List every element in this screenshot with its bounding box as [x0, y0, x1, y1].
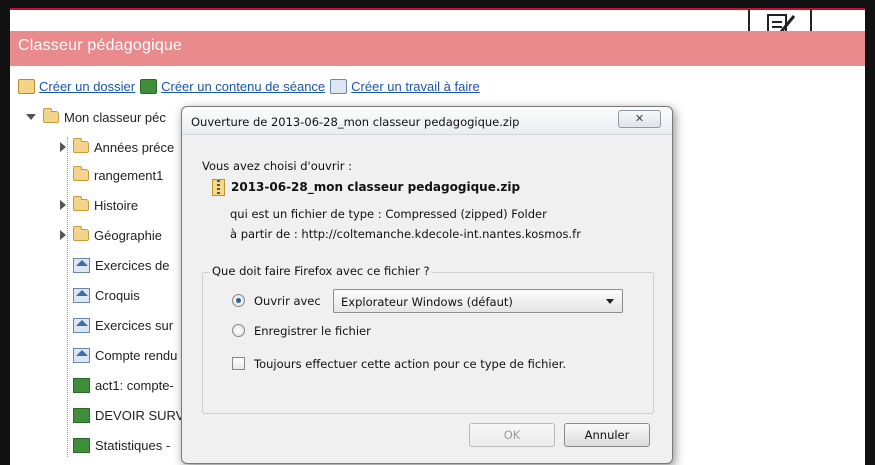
open-with-radio[interactable]	[232, 294, 245, 307]
chevron-down-icon	[606, 299, 614, 304]
tree-item-histoire[interactable]: Histoire	[60, 196, 138, 214]
file-type-line: qui est un fichier de type : Compressed …	[230, 207, 547, 221]
dialog-titlebar[interactable]: Ouverture de 2013-06-28_mon classeur ped…	[182, 107, 672, 135]
tree-item-croquis[interactable]: Croquis	[73, 286, 140, 304]
homework-icon	[330, 78, 348, 94]
tree-item-label: Histoire	[94, 197, 139, 213]
tree-item-rangement[interactable]: rangement1	[73, 166, 163, 184]
tree-item-label: Compte rendu	[95, 347, 178, 363]
tree-root-label: Mon classeur péc	[64, 109, 166, 125]
tree-root[interactable]: Mon classeur péc	[26, 108, 166, 126]
folder-icon	[73, 166, 89, 181]
close-icon: ✕	[634, 112, 645, 125]
tree-item-exercices-sur[interactable]: Exercices sur	[73, 316, 173, 334]
always-do-checkbox[interactable]	[232, 357, 245, 370]
create-homework-link[interactable]: Créer un travail à faire	[351, 79, 480, 94]
tree-item-label: Géographie	[94, 227, 162, 243]
expand-arrow-icon[interactable]	[60, 230, 66, 240]
close-button[interactable]: ✕	[618, 110, 661, 128]
create-folder-link[interactable]: Créer un dossier	[39, 79, 135, 94]
homework-icon	[73, 287, 90, 303]
homework-icon	[73, 317, 90, 333]
tree-item-devoir[interactable]: DEVOIR SURV	[73, 406, 184, 424]
homework-icon	[73, 257, 90, 273]
zip-file-icon	[212, 179, 225, 196]
session-content-icon	[73, 407, 90, 423]
browser-page: Classeur pédagogique Créer un dossier Cr…	[10, 8, 865, 465]
tree-item-act1[interactable]: act1: compte-	[73, 376, 174, 394]
create-session-content-link[interactable]: Créer un contenu de séance	[161, 79, 325, 94]
ok-button[interactable]: OK	[469, 423, 555, 447]
tree-item-exercices-de[interactable]: Exercices de	[73, 256, 169, 274]
tree-item-geographie[interactable]: Géographie	[60, 226, 162, 244]
tree-guide-line	[67, 137, 68, 457]
toolbar: Créer un dossier Créer un contenu de séa…	[18, 75, 485, 97]
tree-item-statistiques[interactable]: Statistiques -	[73, 436, 170, 454]
always-do-label[interactable]: Toujours effectuer cette action pour ce …	[254, 357, 566, 371]
page-title: Classeur pédagogique	[18, 37, 183, 54]
save-file-label[interactable]: Enregistrer le fichier	[254, 324, 371, 338]
folder-icon	[73, 138, 89, 153]
expand-arrow-icon[interactable]	[60, 142, 66, 152]
folder-icon	[43, 108, 59, 123]
tree-item-annees[interactable]: Années préce	[60, 138, 174, 156]
session-content-icon	[73, 377, 90, 393]
tree-item-compte-rendu[interactable]: Compte rendu	[73, 346, 177, 364]
save-file-radio[interactable]	[232, 324, 245, 337]
tree-item-label: Années préce	[94, 139, 175, 155]
open-file-dialog: Ouverture de 2013-06-28_mon classeur ped…	[181, 106, 673, 464]
tree-item-label: Exercices sur	[95, 317, 174, 333]
tree-item-label: Statistiques -	[95, 437, 171, 453]
dialog-filename: 2013-06-28_mon classeur pedagogique.zip	[231, 180, 521, 194]
cancel-button[interactable]: Annuler	[564, 423, 650, 447]
tree-item-label: rangement1	[94, 167, 164, 183]
session-content-icon	[140, 78, 158, 94]
collapse-arrow-icon[interactable]	[26, 114, 36, 120]
tree-item-label: DEVOIR SURV	[95, 407, 185, 423]
dialog-title: Ouverture de 2013-06-28_mon classeur ped…	[191, 115, 520, 129]
session-content-icon	[73, 437, 90, 453]
new-folder-icon	[18, 78, 35, 94]
open-with-select[interactable]: Explorateur Windows (défaut)	[333, 289, 623, 313]
action-question: Que doit faire Firefox avec ce fichier ?	[210, 264, 432, 278]
file-source-line: à partir de : http://coltemanche.kdecole…	[230, 227, 581, 241]
open-with-label[interactable]: Ouvrir avec	[254, 294, 321, 308]
folder-icon	[73, 196, 89, 211]
dialog-intro: Vous avez choisi d'ouvrir :	[202, 159, 353, 173]
open-with-value: Explorateur Windows (défaut)	[341, 295, 513, 309]
homework-icon	[73, 347, 90, 363]
folder-icon	[73, 226, 89, 241]
tree-item-label: Croquis	[95, 287, 140, 303]
tree-item-label: act1: compte-	[95, 377, 174, 393]
expand-arrow-icon[interactable]	[60, 200, 66, 210]
tree-item-label: Exercices de	[95, 257, 170, 273]
